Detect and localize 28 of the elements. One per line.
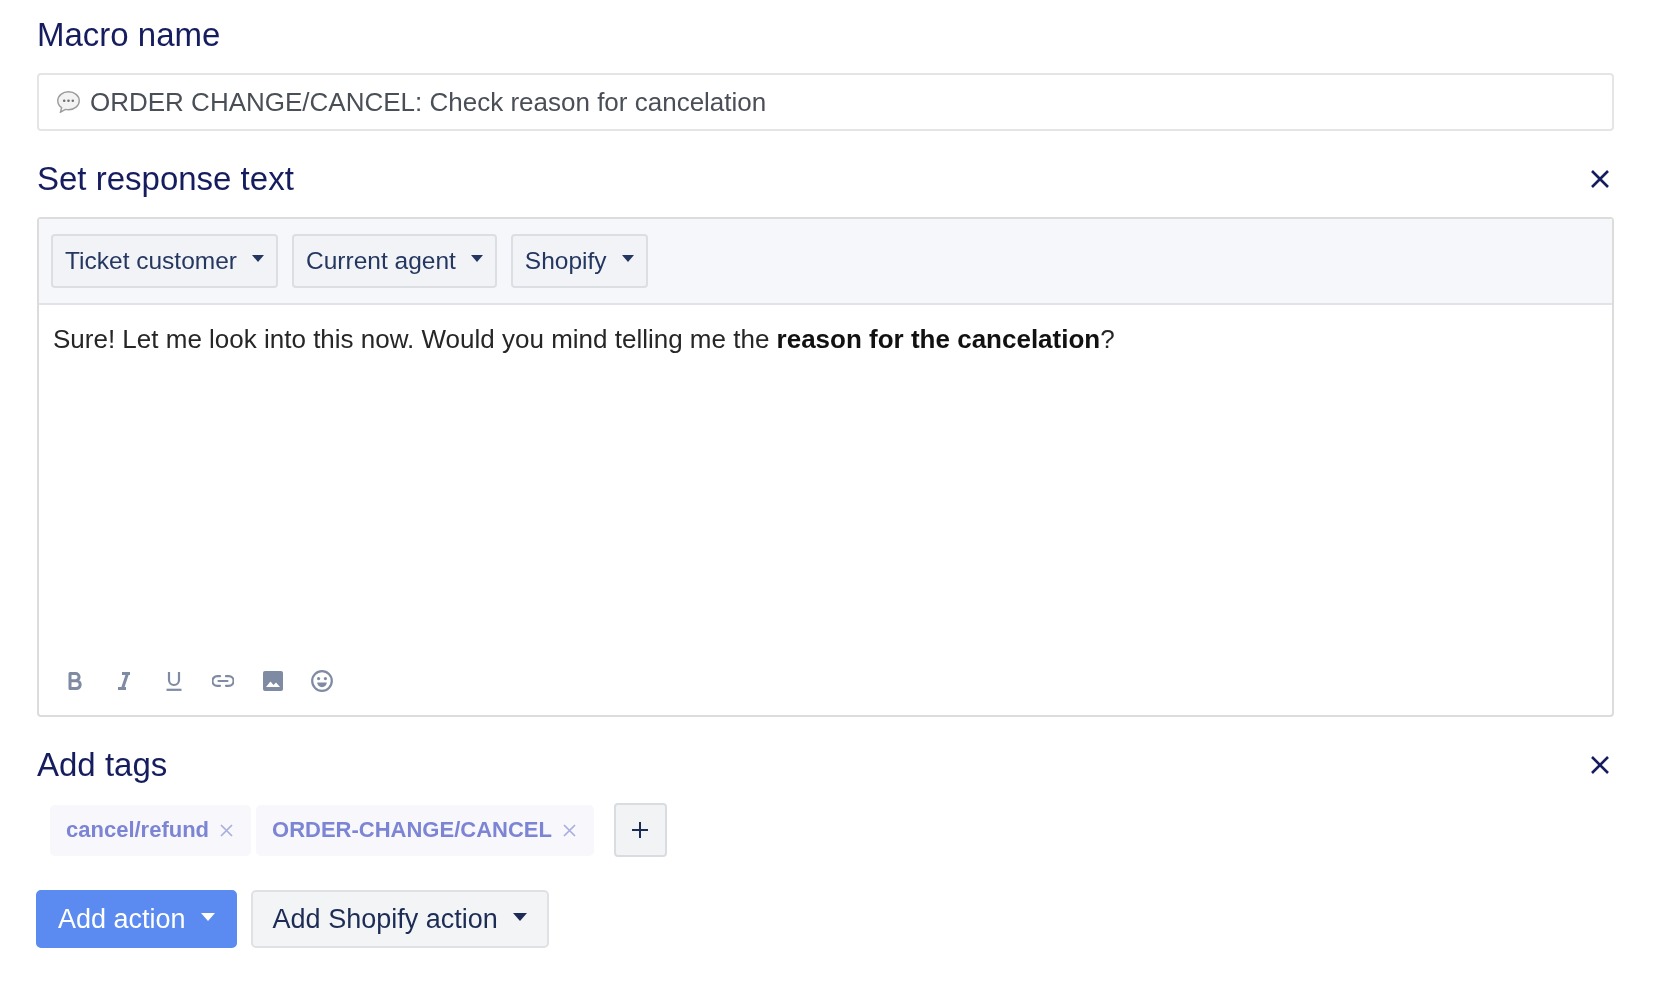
macro-name-field[interactable]: ORDER CHANGE/CANCEL: Check reason for cancelation	[37, 73, 1614, 131]
caret-icon	[200, 912, 215, 921]
plus-icon	[632, 822, 649, 838]
section-heading: Set response text	[37, 161, 294, 197]
smiley-icon[interactable]	[310, 670, 333, 692]
bold-icon[interactable]	[68, 672, 82, 690]
variable-dropdown[interactable]: Ticket customer	[51, 234, 278, 288]
link-icon[interactable]	[212, 675, 235, 687]
variable-dropdown[interactable]: Shopify	[510, 234, 648, 288]
tag-label: ORDER-CHANGE/CANCEL	[272, 817, 552, 843]
caret-icon	[252, 255, 264, 262]
speech-bubble-icon	[57, 91, 80, 113]
underline-icon[interactable]	[165, 671, 182, 691]
italic-icon[interactable]	[117, 672, 132, 690]
variable-dropdown[interactable]: Current agent	[292, 234, 497, 288]
caret-icon	[470, 255, 483, 262]
section-heading: Add tags	[37, 747, 168, 783]
image-icon[interactable]	[262, 671, 283, 691]
section-heading: Macro name	[37, 17, 222, 53]
tag-label: cancel/refund	[66, 817, 210, 843]
add-tag-button[interactable]	[613, 803, 667, 857]
close-icon[interactable]	[1591, 170, 1609, 188]
response-text: Sure! Let me look into this now. Would you mind telling me the reason for the cancelation?	[53, 323, 1116, 355]
caret-icon	[512, 912, 527, 921]
close-icon[interactable]	[1591, 756, 1609, 774]
add-action-button[interactable]: Add Shopify action	[250, 890, 549, 948]
caret-icon	[621, 255, 634, 262]
response-text-field[interactable]: Sure! Let me look into this now. Would you mind telling me the reason for the cancelation?	[39, 305, 1612, 715]
